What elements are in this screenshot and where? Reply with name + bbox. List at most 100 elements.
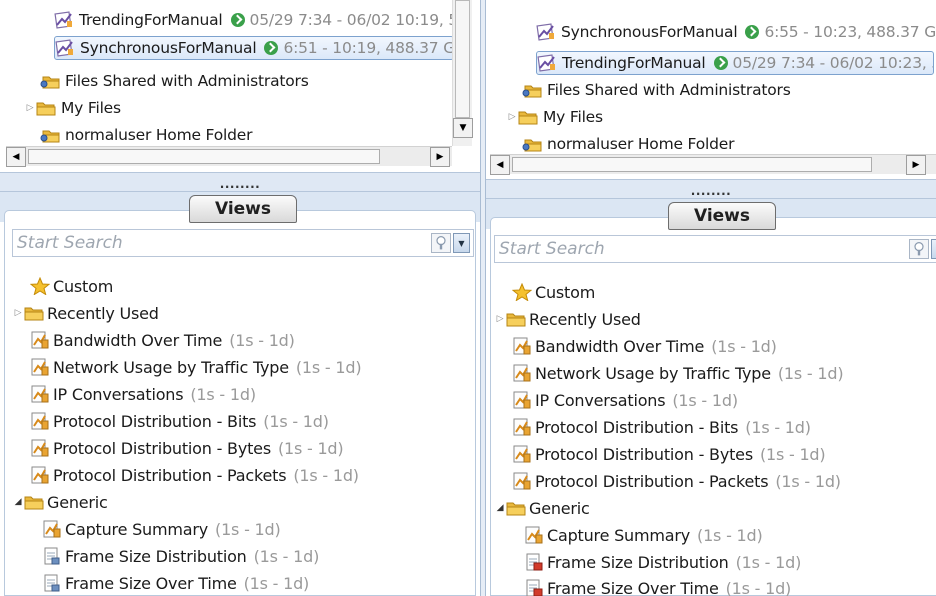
- tree-item-trending[interactable]: TrendingForManual 05/29 7:34 - 06/02 10:…: [54, 8, 458, 32]
- view-label: Generic: [47, 492, 108, 512]
- scroll-left-button[interactable]: ◀: [6, 147, 26, 167]
- search-box[interactable]: ▼: [494, 235, 936, 263]
- capture-chart-icon: [536, 23, 556, 41]
- views-tab[interactable]: Views: [668, 202, 776, 230]
- view-item-generic[interactable]: ◢ Generic: [494, 495, 590, 521]
- scroll-left-button[interactable]: ◀: [490, 155, 510, 175]
- view-item-custom[interactable]: Custom: [512, 279, 595, 305]
- dropdown-arrow-icon[interactable]: ▼: [931, 239, 936, 259]
- view-item-bandwidth[interactable]: Bandwidth Over Time (1s - 1d): [30, 327, 295, 353]
- expand-arrow-icon[interactable]: ▷: [24, 103, 36, 113]
- view-item-frame-size-distribution[interactable]: Frame Size Distribution (1s - 1d): [42, 543, 319, 569]
- view-range: (1s - 1d): [735, 552, 802, 572]
- splitter-grip: ........: [219, 177, 261, 191]
- view-item-capture-summary[interactable]: Capture Summary (1s - 1d): [42, 516, 281, 542]
- views-tab[interactable]: Views: [189, 195, 297, 223]
- star-icon: [30, 277, 50, 295]
- view-item-protocol-bits[interactable]: Protocol Distribution - Bits (1s - 1d): [512, 414, 811, 440]
- view-item-protocol-bits[interactable]: Protocol Distribution - Bits (1s - 1d): [30, 408, 329, 434]
- view-item-frame-size-over-time[interactable]: Frame Size Over Time (1s - 1d): [42, 570, 309, 596]
- go-arrow-icon: [264, 41, 279, 55]
- tree-item-home-folder[interactable]: normaluser Home Folder: [522, 132, 736, 156]
- tree-item-my-files[interactable]: ▷ My Files: [24, 96, 123, 120]
- tree-horizontal-scrollbar[interactable]: ◀ ▶: [490, 154, 936, 175]
- scroll-right-button[interactable]: ▶: [906, 155, 926, 175]
- view-label: Protocol Distribution - Packets: [535, 471, 769, 491]
- tree-item-label: My Files: [61, 99, 121, 117]
- tree-horizontal-scrollbar[interactable]: ◀ ▶: [6, 146, 452, 167]
- view-item-capture-summary[interactable]: Capture Summary (1s - 1d): [524, 522, 763, 548]
- tree-item-my-files[interactable]: ▷ My Files: [506, 105, 605, 129]
- view-item-frame-size-over-time[interactable]: Frame Size Over Time (1s - 1d): [524, 575, 791, 596]
- view-label: Custom: [535, 282, 596, 302]
- tree-vertical-scrollbar[interactable]: ▼: [452, 0, 473, 146]
- view-item-network-usage[interactable]: Network Usage by Traffic Type (1s - 1d): [30, 354, 362, 380]
- view-label: Custom: [53, 276, 114, 296]
- shared-folder-icon: [40, 126, 60, 144]
- capture-chart-icon: [54, 11, 74, 29]
- tree-item-synchronous[interactable]: SynchronousForManual 6:55 - 10:23, 488.3…: [536, 20, 936, 44]
- shared-folder-icon: [40, 72, 60, 90]
- go-arrow-icon: [745, 25, 760, 39]
- view-item-protocol-packets[interactable]: Protocol Distribution - Packets (1s - 1d…: [512, 468, 841, 494]
- view-label: Network Usage by Traffic Type: [535, 363, 771, 383]
- view-label: Protocol Distribution - Packets: [53, 465, 287, 485]
- view-item-protocol-bytes[interactable]: Protocol Distribution - Bytes (1s - 1d): [30, 435, 344, 461]
- tree-item-trending[interactable]: TrendingForManual 05/29 7:34 - 06/02 10:…: [536, 51, 934, 75]
- view-item-protocol-packets[interactable]: Protocol Distribution - Packets (1s - 1d…: [30, 462, 359, 488]
- scrollbar-thumb[interactable]: [512, 157, 872, 172]
- dropdown-arrow-icon[interactable]: ▼: [453, 233, 470, 253]
- view-range: (1s - 1d): [725, 578, 792, 596]
- scroll-down-button[interactable]: ▼: [453, 118, 473, 138]
- view-label: Recently Used: [47, 303, 159, 323]
- view-label: Protocol Distribution - Bits: [535, 417, 739, 437]
- shared-folder-icon: [522, 81, 542, 99]
- collapse-arrow-icon[interactable]: ◢: [12, 497, 24, 507]
- view-item-ip-conversations[interactable]: IP Conversations (1s - 1d): [30, 381, 256, 407]
- tree-item-label: TrendingForManual: [562, 54, 706, 72]
- tree-item-home-folder[interactable]: normaluser Home Folder: [40, 123, 254, 147]
- view-item-ip-conversations[interactable]: IP Conversations (1s - 1d): [512, 387, 738, 413]
- view-range: (1s - 1d): [229, 330, 295, 350]
- folder-icon: [36, 99, 56, 117]
- search-input[interactable]: [17, 233, 397, 253]
- search-box[interactable]: ▼: [12, 229, 474, 257]
- chart-view-icon: [512, 418, 532, 436]
- view-item-custom[interactable]: Custom: [30, 273, 113, 299]
- view-item-recently-used[interactable]: ▷ Recently Used: [12, 300, 159, 326]
- search-icon[interactable]: [909, 239, 929, 259]
- view-label: Protocol Distribution - Bytes: [535, 444, 753, 464]
- view-label: IP Conversations: [535, 390, 666, 410]
- pane-splitter[interactable]: ........: [486, 179, 936, 199]
- collapse-arrow-icon[interactable]: ◢: [494, 503, 506, 513]
- tree-item-label: SynchronousForManual: [80, 39, 257, 57]
- document-chart-icon: [42, 574, 62, 592]
- view-item-network-usage[interactable]: Network Usage by Traffic Type (1s - 1d): [512, 360, 844, 386]
- search-icon[interactable]: [431, 233, 451, 253]
- view-item-protocol-bytes[interactable]: Protocol Distribution - Bytes (1s - 1d): [512, 441, 826, 467]
- scroll-right-button[interactable]: ▶: [430, 147, 450, 167]
- tree-item-files-shared[interactable]: Files Shared with Administrators: [522, 78, 793, 102]
- expand-arrow-icon[interactable]: ▷: [494, 314, 506, 324]
- tree-item-files-shared[interactable]: Files Shared with Administrators: [40, 69, 311, 93]
- view-label: Frame Size Over Time: [65, 573, 237, 593]
- view-range: (1s - 1d): [277, 438, 344, 458]
- scrollbar-thumb[interactable]: [455, 0, 470, 118]
- view-range: (1s - 1d): [672, 390, 738, 410]
- view-item-bandwidth[interactable]: Bandwidth Over Time (1s - 1d): [512, 333, 777, 359]
- view-item-frame-size-distribution[interactable]: Frame Size Distribution (1s - 1d): [524, 549, 801, 575]
- pane-splitter[interactable]: ........: [0, 172, 480, 192]
- view-item-generic[interactable]: ◢ Generic: [12, 489, 108, 515]
- search-input[interactable]: [499, 239, 879, 259]
- scrollbar-thumb[interactable]: [28, 149, 380, 164]
- capture-chart-icon: [537, 54, 557, 72]
- view-range: (1s - 1d): [253, 546, 320, 566]
- tree-item-label: normaluser Home Folder: [65, 126, 253, 144]
- chart-view-icon: [42, 520, 62, 538]
- view-item-recently-used[interactable]: ▷ Recently Used: [494, 306, 641, 332]
- chart-view-icon: [512, 364, 532, 382]
- tree-item-synchronous[interactable]: SynchronousForManual 6:51 - 10:19, 488.3…: [54, 36, 454, 60]
- file-tree: SynchronousForManual 6:55 - 10:23, 488.3…: [486, 0, 936, 184]
- expand-arrow-icon[interactable]: ▷: [12, 308, 24, 318]
- expand-arrow-icon[interactable]: ▷: [506, 112, 518, 122]
